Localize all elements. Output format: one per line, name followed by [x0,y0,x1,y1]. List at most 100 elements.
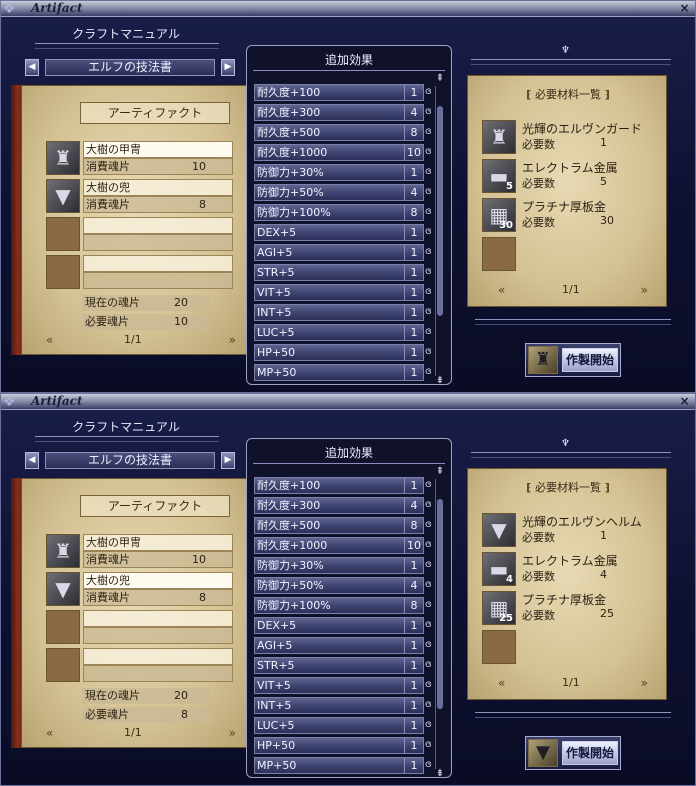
material-icon-slot: ▼ [482,513,516,547]
scroll-down-icon[interactable]: ⇟ [434,769,446,779]
effect-ornament-icon: ɞ [425,639,432,650]
effect-list-item[interactable]: 防御力+30% 1 [254,557,424,574]
effect-list-item[interactable]: 耐久度+1000 10 [254,144,424,161]
recipe-list-item[interactable]: ♜ 大樹の甲冑 消費魂片 10 [46,534,236,570]
effect-list-item[interactable]: AGI+5 1 [254,244,424,261]
recipe-list-item[interactable]: ♜ 大樹の甲冑 消費魂片 10 [46,141,236,177]
effect-list-item[interactable]: HP+50 1 [254,344,424,361]
effect-list-item[interactable]: 防御力+50% 4 [254,184,424,201]
effect-value: 1 [410,366,418,379]
material-qty-value: 30 [600,214,614,227]
window-title: Artifact [31,1,83,15]
effect-list-item[interactable]: DEX+5 1 [254,617,424,634]
recipe-icon-slot[interactable]: ♜ [46,141,80,175]
effect-list-item[interactable]: HP+50 1 [254,737,424,754]
book-prev-button[interactable]: ◀ [25,452,39,469]
book-name[interactable]: エルフの技法書 [45,452,215,469]
close-icon[interactable]: × [678,2,691,15]
scroll-up-icon[interactable]: ⇞ [434,74,446,84]
scroll-up-icon[interactable]: ⇞ [434,467,446,477]
effect-ornament-icon: ɞ [425,479,432,490]
effect-list-item[interactable]: LUC+5 1 [254,324,424,341]
effect-list-item[interactable]: MP+50 1 [254,757,424,774]
recipe-list-item[interactable] [46,217,236,253]
recipe-list-item[interactable] [46,648,236,684]
effect-label: LUC+5 [257,719,295,732]
page-prev-icon[interactable]: « [498,283,505,297]
title-bar[interactable]: ❖ Artifact × [1,1,695,17]
recipe-icon-slot[interactable]: ▼ [46,572,80,606]
effect-list-item[interactable]: 耐久度+300 4 [254,497,424,514]
page-next-icon[interactable]: » [229,333,236,347]
effect-list-item[interactable]: 防御力+30% 1 [254,164,424,181]
page-prev-icon[interactable]: « [46,333,53,347]
effect-list-item[interactable]: LUC+5 1 [254,717,424,734]
materials-title-text: 必要材料一覧 [535,481,601,494]
effect-ornament-icon: ɞ [425,146,432,157]
effect-list-item[interactable]: 防御力+100% 8 [254,204,424,221]
effect-list-item[interactable]: INT+5 1 [254,697,424,714]
recipe-list-item[interactable]: ▼ 大樹の兜 消費魂片 8 [46,179,236,215]
ornament-icon: ❖ [3,394,16,410]
effect-list-item[interactable]: INT+5 1 [254,304,424,321]
book-name[interactable]: エルフの技法書 [45,59,215,76]
close-icon[interactable]: × [678,395,691,408]
recipe-icon-slot[interactable] [46,255,80,289]
effect-list-item[interactable]: STR+5 1 [254,264,424,281]
effect-label: 防御力+100% [257,599,331,612]
recipe-cost-label: 消費魂片 [86,591,130,604]
effect-label: STR+5 [257,659,295,672]
recipe-list-item[interactable] [46,255,236,291]
effect-list-item[interactable]: 耐久度+500 8 [254,517,424,534]
recipe-icon-slot[interactable] [46,217,80,251]
effect-list-item[interactable]: 防御力+100% 8 [254,597,424,614]
effect-list-item[interactable]: 耐久度+500 8 [254,124,424,141]
effect-list-item[interactable]: VIT+5 1 [254,677,424,694]
effect-label: AGI+5 [257,246,293,259]
recipe-icon-slot[interactable]: ▼ [46,179,80,213]
effect-list-item[interactable]: STR+5 1 [254,657,424,674]
recipe-name [83,217,233,234]
recipe-icon-slot[interactable] [46,648,80,682]
book-next-button[interactable]: ▶ [221,452,235,469]
page-next-icon[interactable]: » [229,726,236,740]
material-count-badge: 5 [506,181,513,192]
recipe-icon-slot[interactable] [46,610,80,644]
page-prev-icon[interactable]: « [498,676,505,690]
page-next-icon[interactable]: » [641,676,648,690]
effect-label: STR+5 [257,266,295,279]
page-next-icon[interactable]: » [641,283,648,297]
effect-value: 1 [410,559,418,572]
right-pager: « 1/1 » [498,676,648,690]
manual-title: クラフトマニュアル [72,27,180,41]
effect-label: DEX+5 [257,619,297,632]
effect-list-item[interactable]: 耐久度+100 1 [254,84,424,101]
scroll-thumb[interactable] [437,106,443,316]
scroll-thumb[interactable] [437,499,443,709]
recipe-icon-slot[interactable]: ♜ [46,534,80,568]
book-prev-button[interactable]: ◀ [25,59,39,76]
effect-ornament-icon: ɞ [425,659,432,670]
effect-list-item[interactable]: 耐久度+1000 10 [254,537,424,554]
scroll-down-icon[interactable]: ⇟ [434,376,446,386]
effect-list-item[interactable]: 耐久度+100 1 [254,477,424,494]
effects-scrollbar[interactable]: ⇞ ⇟ [435,467,444,779]
effect-list-item[interactable]: DEX+5 1 [254,224,424,241]
start-craft-button[interactable]: ▼ 作製開始 [525,736,621,770]
effect-ornament-icon: ɞ [425,719,432,730]
effect-list-item[interactable]: 防御力+50% 4 [254,577,424,594]
title-bar[interactable]: ❖ Artifact × [1,394,695,410]
effect-label: VIT+5 [257,286,291,299]
effect-list-item[interactable]: MP+50 1 [254,364,424,381]
effect-list-item[interactable]: 耐久度+300 4 [254,104,424,121]
effects-scrollbar[interactable]: ⇞ ⇟ [435,74,444,386]
ornament-icon: ♆ [561,45,570,56]
recipe-list-item[interactable] [46,610,236,646]
effect-list-item[interactable]: AGI+5 1 [254,637,424,654]
effect-list-item[interactable]: VIT+5 1 [254,284,424,301]
page-prev-icon[interactable]: « [46,726,53,740]
recipe-list-item[interactable]: ▼ 大樹の兜 消費魂片 8 [46,572,236,608]
book-next-button[interactable]: ▶ [221,59,235,76]
material-qty-label: 必要数 [522,216,555,229]
start-craft-button[interactable]: ♜ 作製開始 [525,343,621,377]
